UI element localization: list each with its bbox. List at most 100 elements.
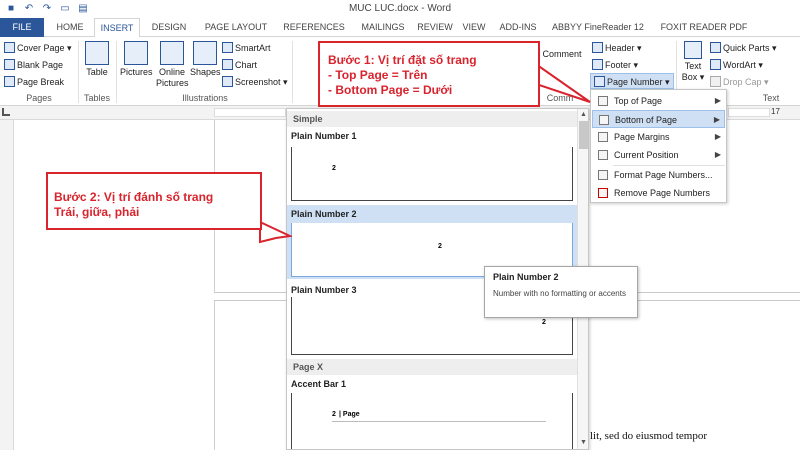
menu-item-format-page-numbers[interactable]: Format Page Numbers... xyxy=(592,166,725,184)
header-button[interactable]: Header ▾ xyxy=(592,40,642,56)
gallery-item-plain-number-1[interactable]: Plain Number 1 2 xyxy=(287,127,577,203)
page-number-button[interactable]: Page Number ▾ xyxy=(590,73,674,89)
ribbon-tabs: FILE HOME INSERT DESIGN PAGE LAYOUT REFE… xyxy=(0,18,800,38)
drop-cap-button[interactable]: Drop Cap ▾ xyxy=(710,74,769,90)
page-number-icon xyxy=(594,76,605,87)
page-margins-icon xyxy=(598,132,608,142)
smartart-button[interactable]: SmartArt xyxy=(222,40,271,56)
tab-home[interactable]: HOME xyxy=(50,18,90,37)
text-box-icon xyxy=(684,41,702,59)
tab-mailings[interactable]: MAILINGS xyxy=(354,18,412,37)
tooltip-description: Number with no formatting or accents xyxy=(493,289,626,298)
tab-review[interactable]: REVIEW xyxy=(414,18,456,37)
group-label-text: Text xyxy=(762,93,780,103)
chevron-right-icon: ▶ xyxy=(714,96,721,105)
wordart-icon xyxy=(710,59,721,70)
group-label-tables: Tables xyxy=(83,93,110,103)
thumbnail-accent-line xyxy=(332,421,546,422)
online-pictures-button[interactable]: Online Pictures xyxy=(156,41,189,89)
text-box-button[interactable]: Text Box ▾ xyxy=(680,41,706,83)
blank-page-button[interactable]: Blank Page xyxy=(4,57,63,73)
gallery-tooltip: Plain Number 2 Number with no formatting… xyxy=(484,266,638,318)
cover-page-button[interactable]: Cover Page ▾ xyxy=(4,40,72,56)
callout-line: Trái, giữa, phải xyxy=(54,205,140,219)
thumbnail-page-text: | Page xyxy=(339,411,360,418)
callout-line: - Top Page = Trên xyxy=(328,68,428,82)
window-title: MUC LUC.docx - Word xyxy=(348,3,452,14)
header-icon xyxy=(592,42,603,53)
page-break-icon xyxy=(4,76,15,87)
thumbnail-page-number: 2 xyxy=(438,243,442,250)
ruler-mark: 17 xyxy=(771,107,780,116)
cover-page-icon xyxy=(4,42,15,53)
callout-line: Bước 2: Vị trí đánh số trang xyxy=(54,190,214,204)
callout-line: Bước 1: Vị trí đặt số trang xyxy=(328,53,477,67)
chart-icon xyxy=(222,59,233,70)
ruler-white-area xyxy=(214,108,286,117)
gallery-section-simple: Simple xyxy=(287,111,577,127)
smartart-icon xyxy=(222,42,233,53)
group-separator xyxy=(116,41,117,103)
callout-step-2: Bước 2: Vị trí đánh số trang Trái, giữa,… xyxy=(46,172,262,230)
wordart-button[interactable]: WordArt ▾ xyxy=(710,57,763,73)
tab-file[interactable]: FILE xyxy=(0,18,44,37)
document-text[interactable]: lit, sed do eiusmod tempor xyxy=(590,430,707,442)
table-icon xyxy=(85,41,109,65)
page-edge xyxy=(214,300,215,450)
scrollbar-thumb[interactable] xyxy=(579,121,588,149)
gallery-item-label: Plain Number 2 xyxy=(291,209,357,219)
drop-cap-icon xyxy=(710,76,721,87)
thumbnail-page-number: 2 xyxy=(542,319,546,326)
chart-button[interactable]: Chart xyxy=(222,57,257,73)
format-page-numbers-icon xyxy=(598,170,608,180)
scroll-down-icon[interactable]: ▼ xyxy=(579,439,588,446)
scroll-up-icon[interactable]: ▲ xyxy=(579,111,588,118)
chevron-right-icon: ▶ xyxy=(714,150,721,159)
chevron-right-icon: ▶ xyxy=(713,115,720,124)
screenshot-icon xyxy=(222,76,233,87)
tab-references[interactable]: REFERENCES xyxy=(278,18,350,37)
tab-foxit[interactable]: FOXIT READER PDF xyxy=(654,18,754,37)
ruler-white-area xyxy=(728,108,770,117)
page-number-menu: Top of Page ▶ Bottom of Page ▶ Page Marg… xyxy=(590,89,727,203)
tab-page-layout[interactable]: PAGE LAYOUT xyxy=(198,18,274,37)
menu-item-page-margins[interactable]: Page Margins ▶ xyxy=(592,128,725,146)
screenshot-button[interactable]: Screenshot ▾ xyxy=(222,74,288,90)
pictures-icon xyxy=(124,41,148,65)
gallery-section-page-x: Page X xyxy=(287,359,577,375)
footer-button[interactable]: Footer ▾ xyxy=(592,57,638,73)
gallery-thumbnail: 2 xyxy=(291,147,573,201)
blank-page-icon xyxy=(4,59,15,70)
tab-selector-icon[interactable] xyxy=(2,108,10,116)
menu-item-top-of-page[interactable]: Top of Page ▶ xyxy=(592,92,725,110)
page-break-button[interactable]: Page Break xyxy=(4,74,64,90)
online-pictures-icon xyxy=(160,41,184,65)
bottom-of-page-icon xyxy=(599,115,609,125)
tab-insert[interactable]: INSERT xyxy=(94,18,140,38)
chevron-right-icon: ▶ xyxy=(714,132,721,141)
gallery-item-label: Plain Number 3 xyxy=(291,285,357,295)
group-separator xyxy=(292,41,293,103)
table-button[interactable]: Table xyxy=(82,41,112,78)
menu-item-current-position[interactable]: Current Position ▶ xyxy=(592,146,725,164)
shapes-icon xyxy=(193,41,217,65)
current-position-icon xyxy=(598,150,608,160)
tab-design[interactable]: DESIGN xyxy=(144,18,194,37)
pictures-button[interactable]: Pictures xyxy=(120,41,153,78)
group-label-pages: Pages xyxy=(26,93,52,103)
shapes-button[interactable]: Shapes xyxy=(190,41,221,78)
callout-step-1: Bước 1: Vị trí đặt số trang - Top Page =… xyxy=(318,41,540,107)
tab-add-ins[interactable]: ADD-INS xyxy=(494,18,542,37)
quick-parts-button[interactable]: Quick Parts ▾ xyxy=(710,40,777,56)
group-separator xyxy=(78,41,79,103)
menu-item-bottom-of-page[interactable]: Bottom of Page ▶ xyxy=(592,110,725,128)
title-bar: ■ ↶ ↷ ▭ ▤ MUC LUC.docx - Word xyxy=(0,0,800,18)
tab-view[interactable]: VIEW xyxy=(458,18,490,37)
group-label-illustrations: Illustrations xyxy=(182,93,228,103)
tab-abbyy[interactable]: ABBYY FineReader 12 xyxy=(546,18,650,37)
gallery-item-accent-bar-1[interactable]: Accent Bar 1 2 | Page xyxy=(287,375,577,449)
menu-item-remove-page-numbers[interactable]: Remove Page Numbers xyxy=(592,184,725,202)
gallery-item-label: Plain Number 1 xyxy=(291,131,357,141)
thumbnail-page-number: 2 xyxy=(332,165,336,172)
thumbnail-page-number: 2 xyxy=(332,411,336,418)
